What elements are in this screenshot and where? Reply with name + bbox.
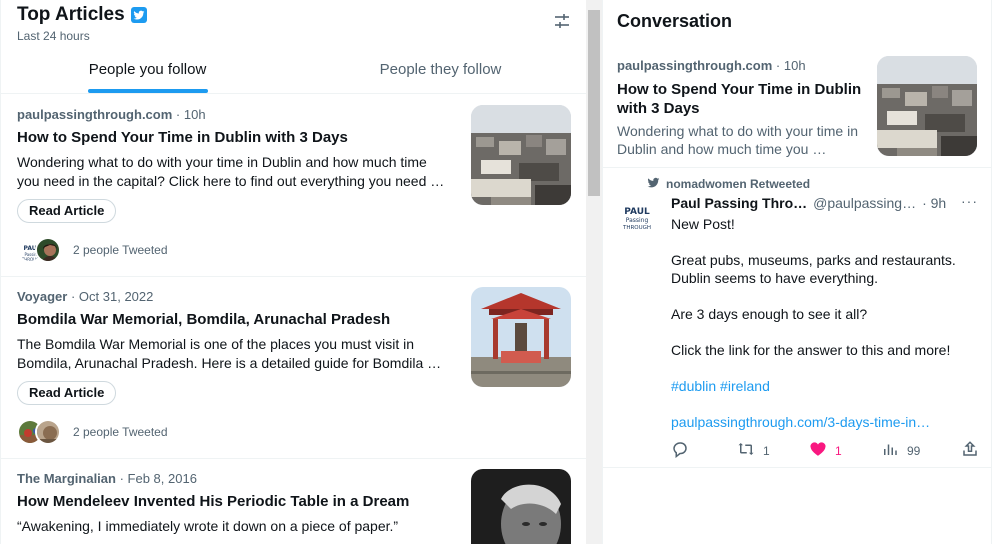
svg-text:Passing: Passing <box>626 217 649 224</box>
heart-icon <box>809 440 827 461</box>
tweet-line: Click the link for the answer to this an… <box>671 342 951 358</box>
tweet[interactable]: nomadwomen Retweeted PAUL Passing THROUG… <box>603 168 991 468</box>
views-chart-icon <box>881 440 899 461</box>
read-article-button[interactable]: Read Article <box>17 199 117 223</box>
share-button[interactable] <box>961 440 979 461</box>
tweet-time[interactable]: · 9h <box>922 195 946 211</box>
tweet-hashtags[interactable]: #dublin #ireland <box>671 377 975 395</box>
article-meta: paulpassingthrough.com · 10h <box>617 58 806 73</box>
tweet-author[interactable]: Paul Passing Thro… @paulpassing… · 9h <box>671 195 946 211</box>
article-source: paulpassingthrough.com <box>17 107 173 122</box>
article-desc-line: “Awakening, I immediately wrote it down … <box>17 518 399 534</box>
tweet-text: New Post! Great pubs, museums, parks and… <box>671 215 975 449</box>
read-article-button[interactable]: Read Article <box>17 381 117 405</box>
article-time: Feb 8, 2016 <box>127 471 197 486</box>
like-button[interactable]: 1 <box>809 440 842 461</box>
tweeted-by-row[interactable]: 2 people Tweeted <box>17 419 168 445</box>
tweeted-count: 2 people Tweeted <box>73 425 168 439</box>
avatar <box>35 419 61 445</box>
article-desc-line: Bomdila, Arunachal Pradesh. Here is a de… <box>17 355 442 371</box>
tab-people-they-follow[interactable]: People they follow <box>294 48 586 93</box>
more-options-icon[interactable]: ··· <box>961 193 978 209</box>
article-title[interactable]: Bomdila War Memorial, Bomdila, Arunachal… <box>17 311 457 328</box>
article-description: The Bomdila War Memorial is one of the p… <box>17 335 457 373</box>
avatar <box>35 237 61 263</box>
article-source: paulpassingthrough.com <box>617 58 773 73</box>
tweeted-by-row[interactable]: PAUL Passing THROUGH 2 people Tweeted <box>17 237 168 263</box>
conversation-title: Conversation <box>617 11 733 31</box>
article-meta: Voyager · Oct 31, 2022 <box>17 289 154 304</box>
panel-title: Top Articles <box>17 4 147 26</box>
like-count: 1 <box>835 443 842 458</box>
article-source: The Marginalian <box>17 471 116 486</box>
retweet-button[interactable]: 1 <box>737 440 770 461</box>
article-title[interactable]: How Mendeleev Invented His Periodic Tabl… <box>17 493 457 510</box>
tab-people-you-follow[interactable]: People you follow <box>1 48 294 93</box>
conversation-panel: Conversation paulpassingthrough.com · 10… <box>602 0 992 544</box>
article-thumbnail[interactable] <box>877 56 977 156</box>
tweet-line: Are 3 days enough to see it all? <box>671 306 868 322</box>
retweeted-by-text[interactable]: nomadwomen Retweeted <box>666 177 810 191</box>
article-card[interactable]: Voyager · Oct 31, 2022 Bomdila War Memor… <box>1 277 586 459</box>
svg-text:PAUL: PAUL <box>624 207 650 217</box>
article-description: “Awakening, I immediately wrote it down … <box>17 517 457 536</box>
panel-title-text: Top Articles <box>17 4 125 25</box>
share-icon <box>961 440 979 461</box>
article-description: Wondering what to do with your time in D… <box>17 153 457 191</box>
tweeted-count: 2 people Tweeted <box>73 243 168 257</box>
conversation-article-card[interactable]: paulpassingthrough.com · 10h How to Spen… <box>603 46 991 168</box>
article-thumbnail[interactable] <box>471 469 571 544</box>
article-meta: The Marginalian · Feb 8, 2016 <box>17 471 197 486</box>
article-desc-line: Wondering what to do with your time in D… <box>17 154 427 170</box>
avatar[interactable]: PAUL Passing THROUGH <box>617 200 657 240</box>
article-desc-line: you need in the capital? Click here to f… <box>17 173 445 189</box>
view-count: 99 <box>907 443 921 458</box>
window-edge <box>992 0 1000 544</box>
twitter-bird-icon <box>647 176 660 192</box>
retweet-icon <box>737 440 755 461</box>
views-button[interactable]: 99 <box>881 440 920 461</box>
reply-button[interactable] <box>671 440 689 461</box>
filter-settings-icon[interactable] <box>553 12 571 30</box>
reply-icon <box>671 440 689 461</box>
retweet-context: nomadwomen Retweeted <box>647 176 810 192</box>
tab-bar: People you follow People they follow <box>1 48 586 94</box>
article-time: Oct 31, 2022 <box>78 289 154 304</box>
scrollbar-thumb[interactable] <box>588 10 600 196</box>
article-desc-line: The Bomdila War Memorial is one of the p… <box>17 336 415 352</box>
verified-badge-icon <box>130 7 147 23</box>
svg-text:THROUGH: THROUGH <box>622 225 651 231</box>
article-time: 10h <box>783 58 806 73</box>
article-thumbnail[interactable] <box>471 287 571 387</box>
author-name[interactable]: Paul Passing Thro… <box>671 195 807 211</box>
article-meta: paulpassingthrough.com · 10h <box>17 107 206 122</box>
tweet-actions: 1 1 99 <box>671 440 981 460</box>
article-card[interactable]: paulpassingthrough.com · 10h How to Spen… <box>1 95 586 277</box>
article-title[interactable]: How to Spend Your Time in Dublin with 3 … <box>17 129 457 146</box>
article-description: Wondering what to do with your time in D… <box>617 123 858 157</box>
author-handle[interactable]: @paulpassing… <box>813 195 916 211</box>
article-title[interactable]: How to Spend Your Time in Dublin with 3 … <box>617 80 869 118</box>
retweet-count: 1 <box>763 443 770 458</box>
tweet-line: Great pubs, museums, parks and restauran… <box>671 252 956 286</box>
article-card[interactable]: The Marginalian · Feb 8, 2016 How Mendel… <box>1 459 586 544</box>
panel-subtitle: Last 24 hours <box>17 29 90 43</box>
panel-header: Top Articles Last 24 hours <box>17 4 147 43</box>
article-source: Voyager <box>17 289 68 304</box>
article-time: 10h <box>183 107 206 122</box>
scrollbar[interactable] <box>586 0 602 544</box>
article-thumbnail[interactable] <box>471 105 571 205</box>
tweet-line: New Post! <box>671 216 735 232</box>
tweet-link[interactable]: paulpassingthrough.com/3-days-time-in… <box>671 413 975 431</box>
top-articles-panel: Top Articles Last 24 hours People you fo… <box>0 0 586 544</box>
